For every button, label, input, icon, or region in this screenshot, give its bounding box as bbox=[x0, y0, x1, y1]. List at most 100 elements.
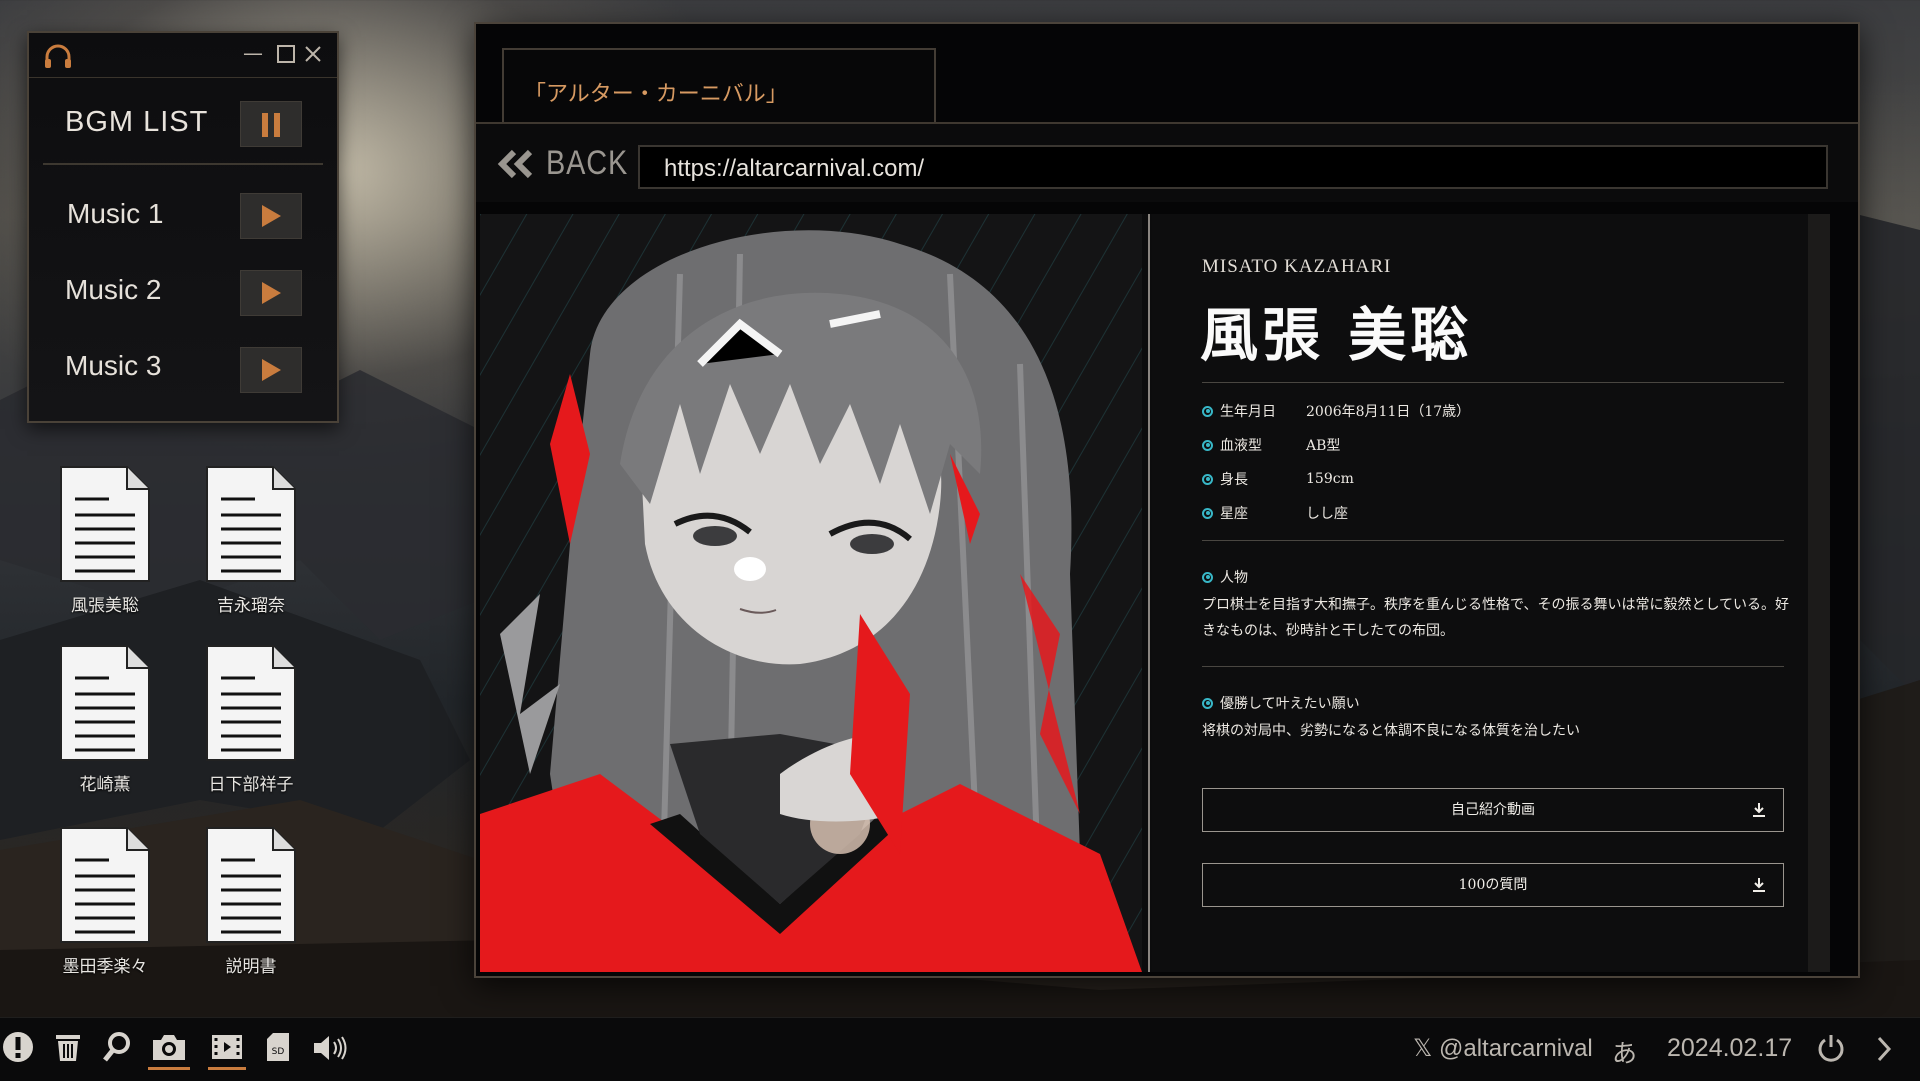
field-label: 生年月日 bbox=[1220, 404, 1276, 420]
hundred-questions-download-button[interactable]: 100の質問 bbox=[1202, 863, 1784, 907]
chevron-right-icon[interactable] bbox=[1876, 1035, 1892, 1063]
play-button-3[interactable] bbox=[240, 347, 302, 393]
double-chevron-left-icon bbox=[497, 149, 533, 178]
taskbar: SD 𝕏 @altarcarnival あ 2024.02.17 bbox=[0, 1017, 1920, 1081]
play-button-2[interactable] bbox=[240, 270, 302, 316]
pause-icon bbox=[262, 113, 280, 137]
character-artwork bbox=[480, 214, 1142, 972]
field-value: 159cm bbox=[1306, 471, 1354, 487]
field-value: AB型 bbox=[1306, 438, 1341, 454]
desktop-file-label: 日下部祥子 bbox=[208, 775, 294, 795]
button-label: 100の質問 bbox=[1458, 877, 1528, 893]
bgm-titlebar[interactable]: — bbox=[29, 33, 337, 78]
profile-panel: MISATO KAZAHARI 風張 美聡 生年月日 2006年8月11日（17… bbox=[1152, 214, 1830, 972]
browser-tab[interactable]: 「アルター・カーニバル」 bbox=[502, 48, 936, 122]
section-label: 優勝して叶えたい願い bbox=[1220, 696, 1360, 712]
speaker-icon[interactable] bbox=[312, 1034, 350, 1062]
sd-card-icon[interactable]: SD bbox=[266, 1032, 290, 1062]
document-icon bbox=[60, 466, 150, 582]
camera-button[interactable] bbox=[148, 1032, 190, 1070]
track-label-2: Music 2 bbox=[65, 274, 162, 305]
desktop-file-manual[interactable]: 説明書 bbox=[176, 826, 326, 977]
profile-divider bbox=[1202, 382, 1784, 383]
download-icon bbox=[1753, 878, 1765, 892]
field-height: 身長 159cm bbox=[1202, 469, 1354, 489]
pause-button[interactable] bbox=[240, 101, 302, 147]
profile-divider bbox=[1202, 666, 1784, 667]
intro-video-download-button[interactable]: 自己紹介動画 bbox=[1202, 788, 1784, 832]
personality-text: プロ棋士を目指す大和撫子。秩序を重んじる性格で、その振る舞いは常に毅然としている… bbox=[1202, 597, 1790, 639]
desktop-file-label: 風張美聡 bbox=[71, 596, 139, 616]
back-button[interactable]: BACK bbox=[496, 144, 643, 183]
camera-icon bbox=[153, 1035, 185, 1060]
ime-indicator[interactable]: あ bbox=[1612, 1034, 1637, 1070]
scrollbar[interactable] bbox=[1808, 214, 1830, 972]
field-label: 身長 bbox=[1220, 472, 1248, 488]
desktop-file-label: 墨田季楽々 bbox=[62, 957, 148, 977]
section-label: 人物 bbox=[1220, 570, 1248, 586]
bgm-list-title: BGM LIST bbox=[65, 106, 209, 138]
play-icon bbox=[262, 359, 281, 381]
field-birthday: 生年月日 2006年8月11日（17歳） bbox=[1202, 401, 1470, 421]
trash-icon[interactable] bbox=[54, 1032, 82, 1062]
desktop-file-hanasaki[interactable]: 花崎薫 bbox=[30, 644, 180, 795]
desktop-file-label: 説明書 bbox=[225, 957, 277, 977]
circle-bullet-icon bbox=[1202, 405, 1213, 417]
field-zodiac: 星座 しし座 bbox=[1202, 503, 1348, 523]
document-icon bbox=[206, 645, 296, 761]
profile-divider bbox=[1202, 540, 1784, 541]
navigation-bar: BACK https://altarcarnival.com/ bbox=[476, 122, 1858, 202]
browser-window: 「アルター・カーニバル」 BACK https://altarcarnival.… bbox=[474, 22, 1860, 978]
minimize-icon[interactable]: — bbox=[243, 43, 263, 63]
bgm-divider bbox=[43, 163, 323, 165]
field-blood-type: 血液型 AB型 bbox=[1202, 435, 1340, 455]
play-icon bbox=[262, 205, 281, 227]
url-bar[interactable]: https://altarcarnival.com/ bbox=[638, 145, 1828, 189]
date-display: 2024.02.17 bbox=[1667, 1034, 1793, 1062]
bgm-list-window: — BGM LIST Music 1 Music 2 Music 3 bbox=[27, 31, 339, 423]
film-icon bbox=[212, 1035, 242, 1059]
desktop-file-sumida[interactable]: 墨田季楽々 bbox=[30, 826, 180, 977]
maximize-icon[interactable] bbox=[277, 45, 295, 63]
close-icon[interactable] bbox=[304, 45, 322, 63]
tab-title: 「アルター・カーニバル」 bbox=[524, 82, 788, 107]
field-value: しし座 bbox=[1306, 506, 1348, 522]
document-icon bbox=[206, 466, 296, 582]
section-wish-heading: 優勝して叶えたい願い bbox=[1202, 693, 1360, 713]
play-button-1[interactable] bbox=[240, 193, 302, 239]
alert-icon[interactable] bbox=[2, 1031, 34, 1063]
circle-bullet-icon bbox=[1202, 697, 1213, 709]
power-icon[interactable] bbox=[1816, 1033, 1846, 1063]
document-icon bbox=[60, 827, 150, 943]
document-icon bbox=[60, 645, 150, 761]
video-button[interactable] bbox=[208, 1032, 246, 1070]
back-label: BACK bbox=[546, 144, 629, 182]
desktop-file-kazahari[interactable]: 風張美聡 bbox=[30, 465, 180, 616]
track-label-3: Music 3 bbox=[65, 350, 162, 381]
desktop-file-yoshinaga[interactable]: 吉永瑠奈 bbox=[176, 465, 326, 616]
character-romaji-name: MISATO KAZAHARI bbox=[1202, 256, 1392, 277]
character-illustration bbox=[480, 214, 1142, 972]
desktop-file-label: 吉永瑠奈 bbox=[217, 596, 285, 616]
svg-text:SD: SD bbox=[272, 1047, 285, 1057]
field-label: 星座 bbox=[1220, 506, 1248, 522]
button-label: 自己紹介動画 bbox=[1451, 802, 1535, 818]
page-content: MISATO KAZAHARI 風張 美聡 生年月日 2006年8月11日（17… bbox=[480, 214, 1830, 972]
character-name: 風張 美聡 bbox=[1200, 301, 1473, 369]
field-value: 2006年8月11日（17歳） bbox=[1306, 404, 1471, 420]
field-label: 血液型 bbox=[1220, 438, 1262, 454]
social-handle[interactable]: 𝕏 @altarcarnival bbox=[1413, 1034, 1593, 1063]
desktop-file-label: 花崎薫 bbox=[79, 775, 131, 795]
desktop-file-kusakabe[interactable]: 日下部祥子 bbox=[176, 644, 326, 795]
play-icon bbox=[262, 282, 281, 304]
track-label-1: Music 1 bbox=[67, 198, 164, 229]
circle-bullet-icon bbox=[1202, 571, 1213, 583]
headphones-icon bbox=[45, 44, 71, 68]
artwork-divider bbox=[1148, 214, 1150, 972]
document-icon bbox=[206, 827, 296, 943]
section-personality-heading: 人物 bbox=[1202, 567, 1248, 587]
circle-bullet-icon bbox=[1202, 473, 1213, 485]
search-icon[interactable] bbox=[102, 1031, 132, 1063]
wish-text: 将棋の対局中、劣勢になると体調不良になる体質を治したい bbox=[1202, 723, 1580, 739]
download-icon bbox=[1753, 803, 1765, 817]
